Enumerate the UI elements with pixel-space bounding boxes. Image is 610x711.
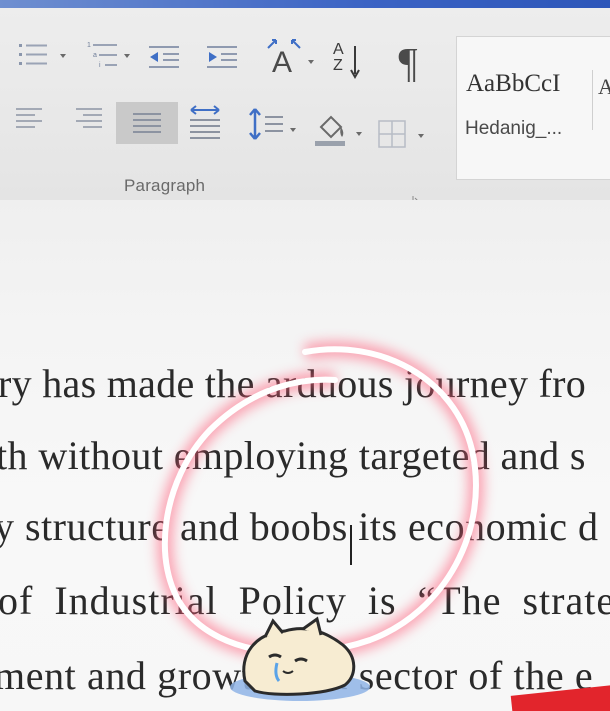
word-window: 1ai A A Z ¶ Paragraph AaBbCcI Hedanig_..…: [0, 0, 610, 711]
cat-sticker: [225, 615, 375, 710]
circle-annotation: [156, 341, 484, 661]
